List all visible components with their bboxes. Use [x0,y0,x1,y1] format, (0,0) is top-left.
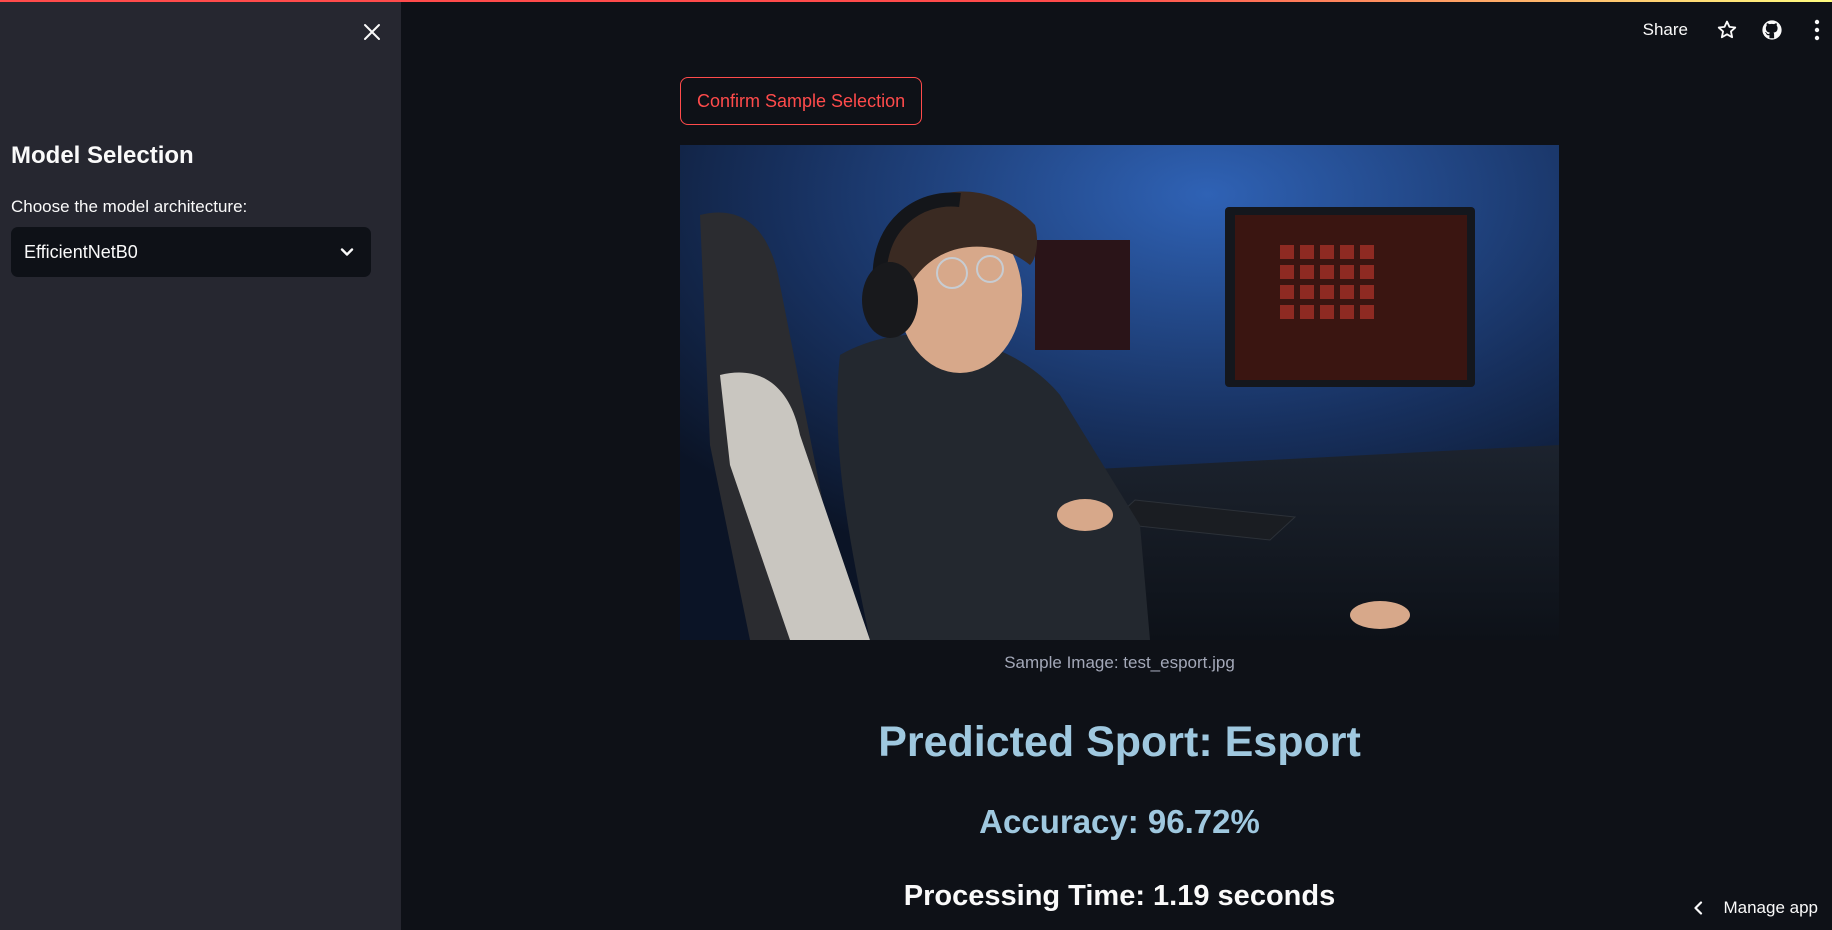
manage-app-button[interactable]: Manage app [1693,894,1818,922]
github-icon [1762,20,1782,40]
header-actions: Share [1643,14,1832,46]
github-button[interactable] [1759,17,1785,43]
accuracy-text: Accuracy: 96.72% [979,803,1260,840]
star-icon [1717,20,1737,39]
top-decoration-bar [0,0,1832,2]
close-icon [364,24,380,40]
manage-app-label: Manage app [1723,898,1818,917]
sample-image [680,145,1559,640]
confirm-sample-button[interactable]: Confirm Sample Selection [680,77,923,125]
model-select[interactable]: EfficientNetB0 [11,227,371,277]
close-sidebar-button[interactable] [358,18,386,46]
processing-time: Processing Time: 1.19 seconds [903,880,1336,912]
sidebar: Model Selection Choose the model archite… [0,0,401,930]
chevron-left-icon [1693,901,1703,915]
more-options-button[interactable] [1804,17,1830,43]
main-content: Share Confirm Sample Selection Sample Im… [401,0,1832,930]
predicted-sport: Predicted Sport: Esport [878,718,1361,766]
share-button[interactable]: Share [1643,20,1688,40]
image-caption: Sample Image: test_esport.jpg [1004,653,1235,672]
model-select-label: Choose the model architecture: [11,197,248,216]
star-button[interactable] [1714,17,1740,43]
model-select-value: EfficientNetB0 [24,241,138,262]
chevron-down-icon [340,248,354,256]
more-vertical-icon [1814,19,1820,41]
sidebar-title: Model Selection [11,142,194,169]
